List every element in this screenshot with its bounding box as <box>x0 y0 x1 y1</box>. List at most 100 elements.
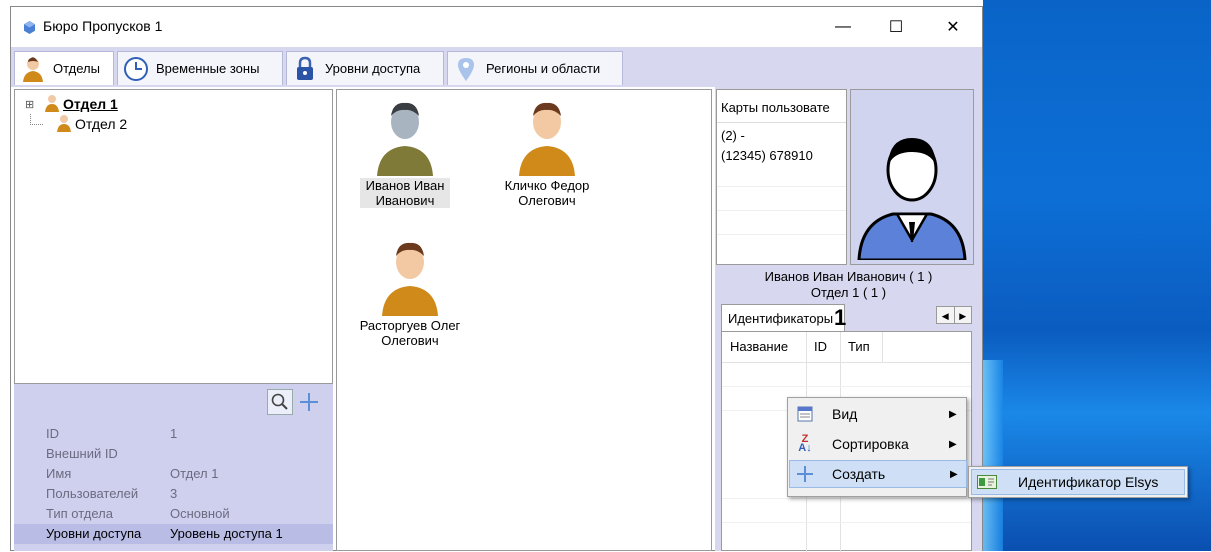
property-value: 1 <box>170 426 178 441</box>
column-header-name[interactable]: Название <box>730 332 788 362</box>
view-icon <box>790 406 820 422</box>
tab-departments[interactable]: Отделы <box>14 51 114 85</box>
menu-item-elsys-identifier[interactable]: Идентификатор Elsys <box>971 469 1185 495</box>
title-bar[interactable]: Бюро Пропусков 1 — ☐ ✕ <box>11 7 982 47</box>
context-menu: Вид ▶ Z A↓ Сортировка ▶ Создать ▶ <box>787 397 967 497</box>
property-value: Уровень доступа 1 <box>170 526 283 541</box>
card-line[interactable]: (2) - <box>721 128 745 143</box>
maximize-button[interactable]: ☐ <box>873 7 919 47</box>
property-key: Внешний ID <box>46 446 118 461</box>
menu-item-sort[interactable]: Z A↓ Сортировка ▶ <box>790 430 965 458</box>
close-button[interactable]: ✕ <box>930 7 976 47</box>
tab-label: Отделы <box>53 61 100 76</box>
person-icon <box>45 94 59 115</box>
tree-item-dept-1[interactable]: ⊞ Отдел 1 <box>25 94 118 114</box>
property-row[interactable]: Пользователей 3 <box>14 484 333 504</box>
property-row[interactable]: Уровни доступа Уровень доступа 1 <box>14 524 333 544</box>
property-key: Пользователей <box>46 486 139 501</box>
tree-item-label: Отдел 1 <box>63 96 118 112</box>
property-row[interactable]: Тип отдела Основной <box>14 504 333 524</box>
user-avatar-icon <box>519 102 575 176</box>
tab-label: Уровни доступа <box>325 61 421 76</box>
expand-icon[interactable]: ⊞ <box>25 98 37 111</box>
department-properties: ID 1 Внешний ID Имя Отдел 1 Пользователей 3… <box>14 420 333 551</box>
search-icon[interactable] <box>267 389 293 415</box>
submenu-arrow-icon: ▶ <box>949 408 957 420</box>
property-key: Уровни доступа <box>46 526 142 541</box>
user-summary: Иванов Иван Иванович ( 1 ) Отдел 1 ( 1 ) <box>715 269 982 301</box>
elsys-card-icon <box>972 475 1002 489</box>
property-key: Тип отдела <box>46 506 113 521</box>
tab-label: Регионы и области <box>486 61 601 76</box>
cards-header: Карты пользовате <box>721 100 830 115</box>
tree-toolbar <box>14 384 333 420</box>
tab-strip: Отделы Временные зоны Уровни доступа Рег… <box>11 47 982 87</box>
property-value: Основной <box>170 506 230 521</box>
property-key: ID <box>46 426 59 441</box>
property-value <box>166 444 170 464</box>
employee-name-line: Расторгуев Олег <box>359 318 461 333</box>
menu-item-view[interactable]: Вид ▶ <box>790 400 965 428</box>
employee-name-line: Кличко Федор <box>504 178 590 193</box>
create-submenu: Идентификатор Elsys <box>968 466 1188 498</box>
app-logo-icon <box>24 21 35 34</box>
menu-item-label: Создать <box>832 466 886 482</box>
employee-card[interactable]: Иванов Иван Иванович <box>355 96 455 220</box>
tab-scroll-buttons: ◀ ▶ <box>936 306 972 324</box>
add-icon[interactable] <box>296 389 322 415</box>
plus-icon <box>790 465 820 483</box>
menu-item-label: Идентификатор Elsys <box>1018 474 1159 490</box>
property-row[interactable]: ID 1 <box>14 424 333 444</box>
app-window: Бюро Пропусков 1 — ☐ ✕ Отделы Временные … <box>10 6 1188 552</box>
scroll-left-icon[interactable]: ◀ <box>937 307 955 323</box>
submenu-arrow-icon: ▶ <box>950 468 958 480</box>
user-summary-dept: Отдел 1 ( 1 ) <box>810 285 887 300</box>
user-photo <box>850 89 974 265</box>
window-title: Бюро Пропусков 1 <box>43 18 163 34</box>
lock-icon <box>291 55 319 83</box>
column-header-id[interactable]: ID <box>814 332 827 362</box>
employee-card[interactable]: Кличко Федор Олегович <box>487 96 607 220</box>
card-line[interactable]: (12345) 678910 <box>721 148 813 163</box>
menu-item-label: Сортировка <box>832 436 909 452</box>
employee-name-line: Иванов Иван <box>365 178 445 193</box>
sort-az-icon: Z A↓ <box>798 433 812 454</box>
tab-label: Временные зоны <box>156 61 260 76</box>
column-header-type[interactable]: Тип <box>848 332 870 362</box>
employee-name-line: Олегович <box>381 333 439 348</box>
minimize-button[interactable]: — <box>820 7 866 47</box>
person-icon <box>19 55 47 83</box>
user-summary-name: Иванов Иван Иванович ( 1 ) <box>764 269 933 284</box>
tab-label: Идентификаторы <box>728 310 834 326</box>
submenu-arrow-icon: ▶ <box>949 438 957 450</box>
location-pin-icon <box>452 55 480 83</box>
tree-connector <box>30 113 43 125</box>
employee-name-line: Иванович <box>375 193 435 208</box>
department-tree: ⊞ Отдел 1 Отдел 2 <box>14 89 333 384</box>
scroll-right-icon[interactable]: ▶ <box>955 307 972 323</box>
employee-card[interactable]: Расторгуев Олег Олегович <box>345 236 475 360</box>
user-silhouette-icon <box>857 138 967 260</box>
user-avatar-icon <box>377 102 433 176</box>
menu-item-label: Вид <box>832 406 858 422</box>
clock-icon <box>122 55 150 83</box>
property-key: Имя <box>46 466 72 481</box>
tab-identifiers[interactable]: Идентификаторы 1 <box>721 304 847 331</box>
tab-access-levels[interactable]: Уровни доступа <box>286 51 444 85</box>
employee-name-line: Олегович <box>518 193 576 208</box>
property-row[interactable]: Имя Отдел 1 <box>14 464 333 484</box>
menu-item-create[interactable]: Создать ▶ <box>789 460 967 488</box>
property-row[interactable]: Внешний ID <box>14 444 333 464</box>
tab-time-zones[interactable]: Временные зоны <box>117 51 283 85</box>
callout-number: 1 <box>834 305 847 330</box>
tree-item-label: Отдел 2 <box>75 116 128 132</box>
tab-regions[interactable]: Регионы и области <box>447 51 623 85</box>
employee-panel: Иванов Иван Иванович Кличко Федор Олегов… <box>336 89 712 551</box>
user-avatar-icon <box>382 242 438 316</box>
person-icon <box>57 114 71 135</box>
property-value: 3 <box>170 486 178 501</box>
desktop-glow <box>983 360 1003 551</box>
user-cards-list: Карты пользовате (2) - (12345) 678910 <box>716 89 847 265</box>
tree-item-dept-2[interactable]: Отдел 2 <box>25 113 128 135</box>
property-value: Отдел 1 <box>170 466 219 481</box>
